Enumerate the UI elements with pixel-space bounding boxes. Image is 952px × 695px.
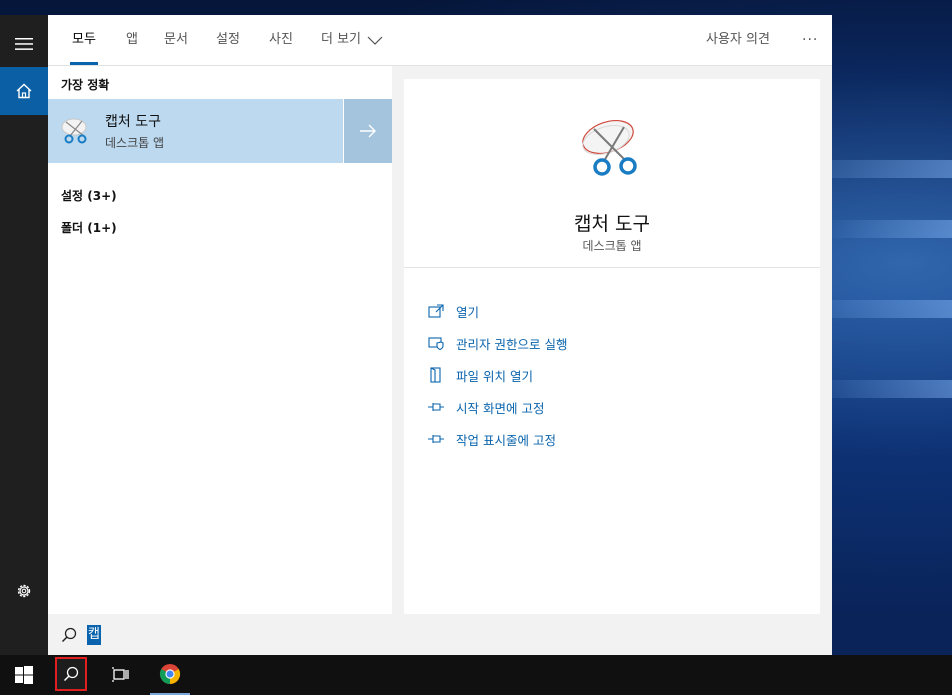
snipping-tool-large-icon	[582, 120, 637, 176]
app-detail-header: 캡처 도구 데스크톱 앱	[404, 79, 820, 268]
settings-group-label: 설정 (3+)	[61, 189, 117, 203]
app-detail-pane: 캡처 도구 데스크톱 앱 열기 관리자 권한으로 실행 파일 위치 열기 시작 …	[404, 79, 820, 614]
taskbar-search-button[interactable]	[55, 657, 87, 691]
taskbar	[0, 655, 952, 695]
shield-run-as-admin-icon	[426, 335, 446, 351]
action-open[interactable]: 열기	[426, 301, 479, 321]
settings-group-header[interactable]: 설정 (3+)	[61, 187, 117, 204]
folders-group-header[interactable]: 폴더 (1+)	[61, 219, 117, 236]
folders-group-label: 폴더 (1+)	[61, 221, 117, 235]
action-label: 열기	[456, 304, 480, 320]
more-options-icon: ···	[802, 32, 819, 48]
tab-label: 더 보기	[321, 32, 362, 47]
open-details-arrow-button[interactable]	[344, 99, 392, 163]
feedback-label: 사용자 의견	[706, 32, 770, 47]
search-icon	[63, 666, 79, 682]
tab-label: 모두	[72, 32, 96, 47]
filter-tab-bar: 모두 앱 문서 설정 사진 더 보기 사용자 의견 ···	[48, 15, 832, 66]
app-detail-title: 캡처 도구	[574, 213, 650, 235]
best-match-header: 가장 정확	[61, 78, 110, 92]
action-open-file-location[interactable]: 파일 위치 열기	[426, 365, 533, 385]
start-button[interactable]	[0, 655, 48, 695]
action-label: 관리자 권한으로 실행	[456, 336, 568, 352]
action-pin-to-start[interactable]: 시작 화면에 고정	[426, 397, 544, 417]
home-icon	[16, 83, 32, 99]
task-view-button[interactable]	[100, 655, 140, 695]
tab-label: 앱	[126, 32, 138, 47]
action-pin-to-taskbar[interactable]: 작업 표시줄에 고정	[426, 429, 556, 449]
open-icon	[426, 303, 446, 319]
gear-icon	[17, 584, 31, 598]
results-list: 가장 정확 캡처 도구 데스크톱 앱 설정 (3+) 폴더 (1+)	[48, 66, 392, 614]
action-label: 파일 위치 열기	[456, 368, 533, 384]
best-match-title: 캡처 도구	[105, 114, 161, 130]
pin-icon	[426, 399, 446, 415]
search-panel: 모두 앱 문서 설정 사진 더 보기 사용자 의견 ··· 가장 정확 캡처 도…	[0, 15, 832, 655]
home-button[interactable]	[0, 67, 48, 115]
tab-label: 사진	[269, 32, 293, 47]
tab-more[interactable]: 더 보기	[321, 15, 383, 65]
snipping-tool-icon	[61, 118, 87, 144]
pin-icon	[426, 431, 446, 447]
tab-all[interactable]: 모두	[70, 15, 98, 65]
settings-button[interactable]	[0, 567, 48, 615]
chevron-down-icon	[367, 36, 383, 45]
tab-apps[interactable]: 앱	[126, 15, 138, 65]
hamburger-icon	[15, 38, 33, 50]
tab-settings[interactable]: 설정	[216, 15, 240, 65]
tab-documents[interactable]: 문서	[164, 15, 188, 65]
left-rail	[0, 15, 48, 655]
feedback-button[interactable]: 사용자 의견	[706, 15, 770, 65]
tab-label: 설정	[216, 32, 240, 47]
chrome-icon	[159, 664, 181, 685]
best-match-item[interactable]: 캡처 도구 데스크톱 앱	[48, 99, 343, 163]
best-match-subtitle: 데스크톱 앱	[105, 136, 165, 150]
hamburger-menu-button[interactable]	[0, 20, 48, 68]
action-label: 시작 화면에 고정	[456, 400, 545, 416]
wallpaper-light-beam	[822, 220, 952, 238]
action-label: 작업 표시줄에 고정	[456, 432, 556, 448]
arrow-right-icon	[360, 124, 376, 138]
taskbar-chrome-button[interactable]	[150, 655, 190, 695]
search-icon	[61, 627, 77, 643]
tab-label: 문서	[164, 32, 188, 47]
windows-logo-icon	[15, 666, 33, 684]
file-location-icon	[426, 367, 446, 383]
task-view-icon	[112, 667, 129, 682]
more-options-button[interactable]: ···	[802, 15, 818, 65]
search-box[interactable]: 캡	[48, 615, 832, 655]
tab-photos[interactable]: 사진	[269, 15, 293, 65]
app-detail-subtitle: 데스크톱 앱	[582, 239, 642, 253]
action-run-as-admin[interactable]: 관리자 권한으로 실행	[426, 333, 567, 353]
search-input[interactable]: 캡	[87, 625, 101, 645]
